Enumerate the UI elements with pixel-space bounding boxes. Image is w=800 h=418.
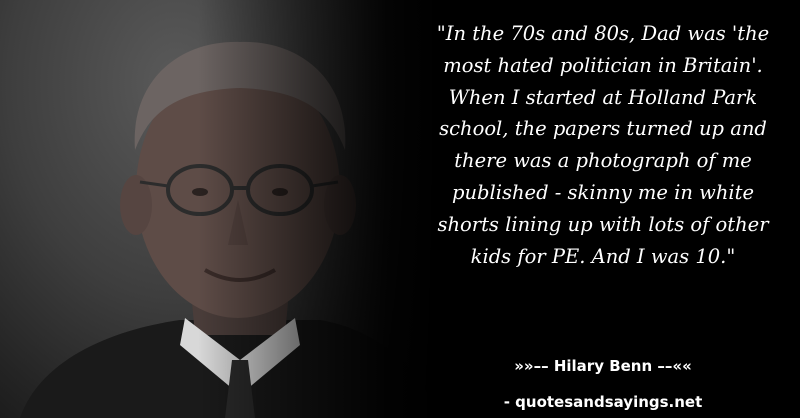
quote-text: "In the 70s and 80s, Dad was 'the most h… [436,22,770,268]
source-site: - quotesandsayings.net [503,393,703,411]
quote-author: »»–– Hilary Benn ––«« [514,357,692,375]
portrait-photo [0,0,440,418]
quote-card: "In the 70s and 80s, Dad was 'the most h… [0,0,800,418]
portrait-fade-overlay [0,0,440,418]
